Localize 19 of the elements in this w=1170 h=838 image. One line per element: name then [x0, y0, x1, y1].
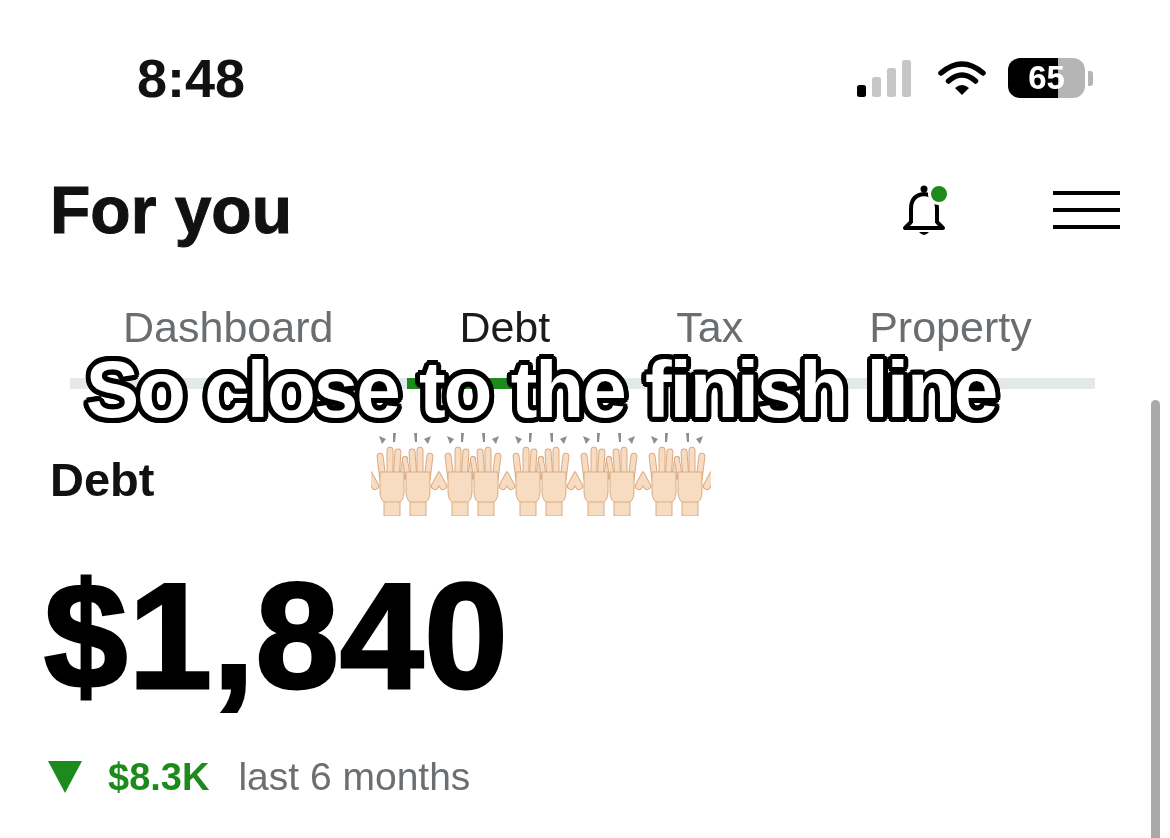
raised-hands-icon	[643, 432, 711, 516]
tab[interactable]: Tax	[613, 306, 807, 349]
signal-bars-icon	[857, 59, 913, 97]
menu-icon[interactable]	[1053, 191, 1120, 229]
scrollbar-thumb[interactable]	[1151, 400, 1160, 838]
wifi-icon	[937, 60, 987, 96]
tab[interactable]: Debt	[396, 306, 614, 349]
debt-amount: $1,840	[44, 561, 509, 711]
change-amount: $8.3K	[108, 757, 210, 796]
raised-hands-icon	[439, 432, 507, 516]
raised-hands-icon	[575, 432, 643, 516]
triangle-down-icon	[48, 760, 82, 793]
tab[interactable]: Property	[806, 306, 1095, 349]
section-heading: Debt	[50, 456, 155, 503]
status-time: 8:48	[137, 51, 246, 105]
raised-hands-icon	[507, 432, 575, 516]
change-period: last 6 months	[238, 757, 471, 796]
tab[interactable]: Dashboard	[60, 306, 397, 349]
raised-hands-icon	[371, 432, 439, 516]
